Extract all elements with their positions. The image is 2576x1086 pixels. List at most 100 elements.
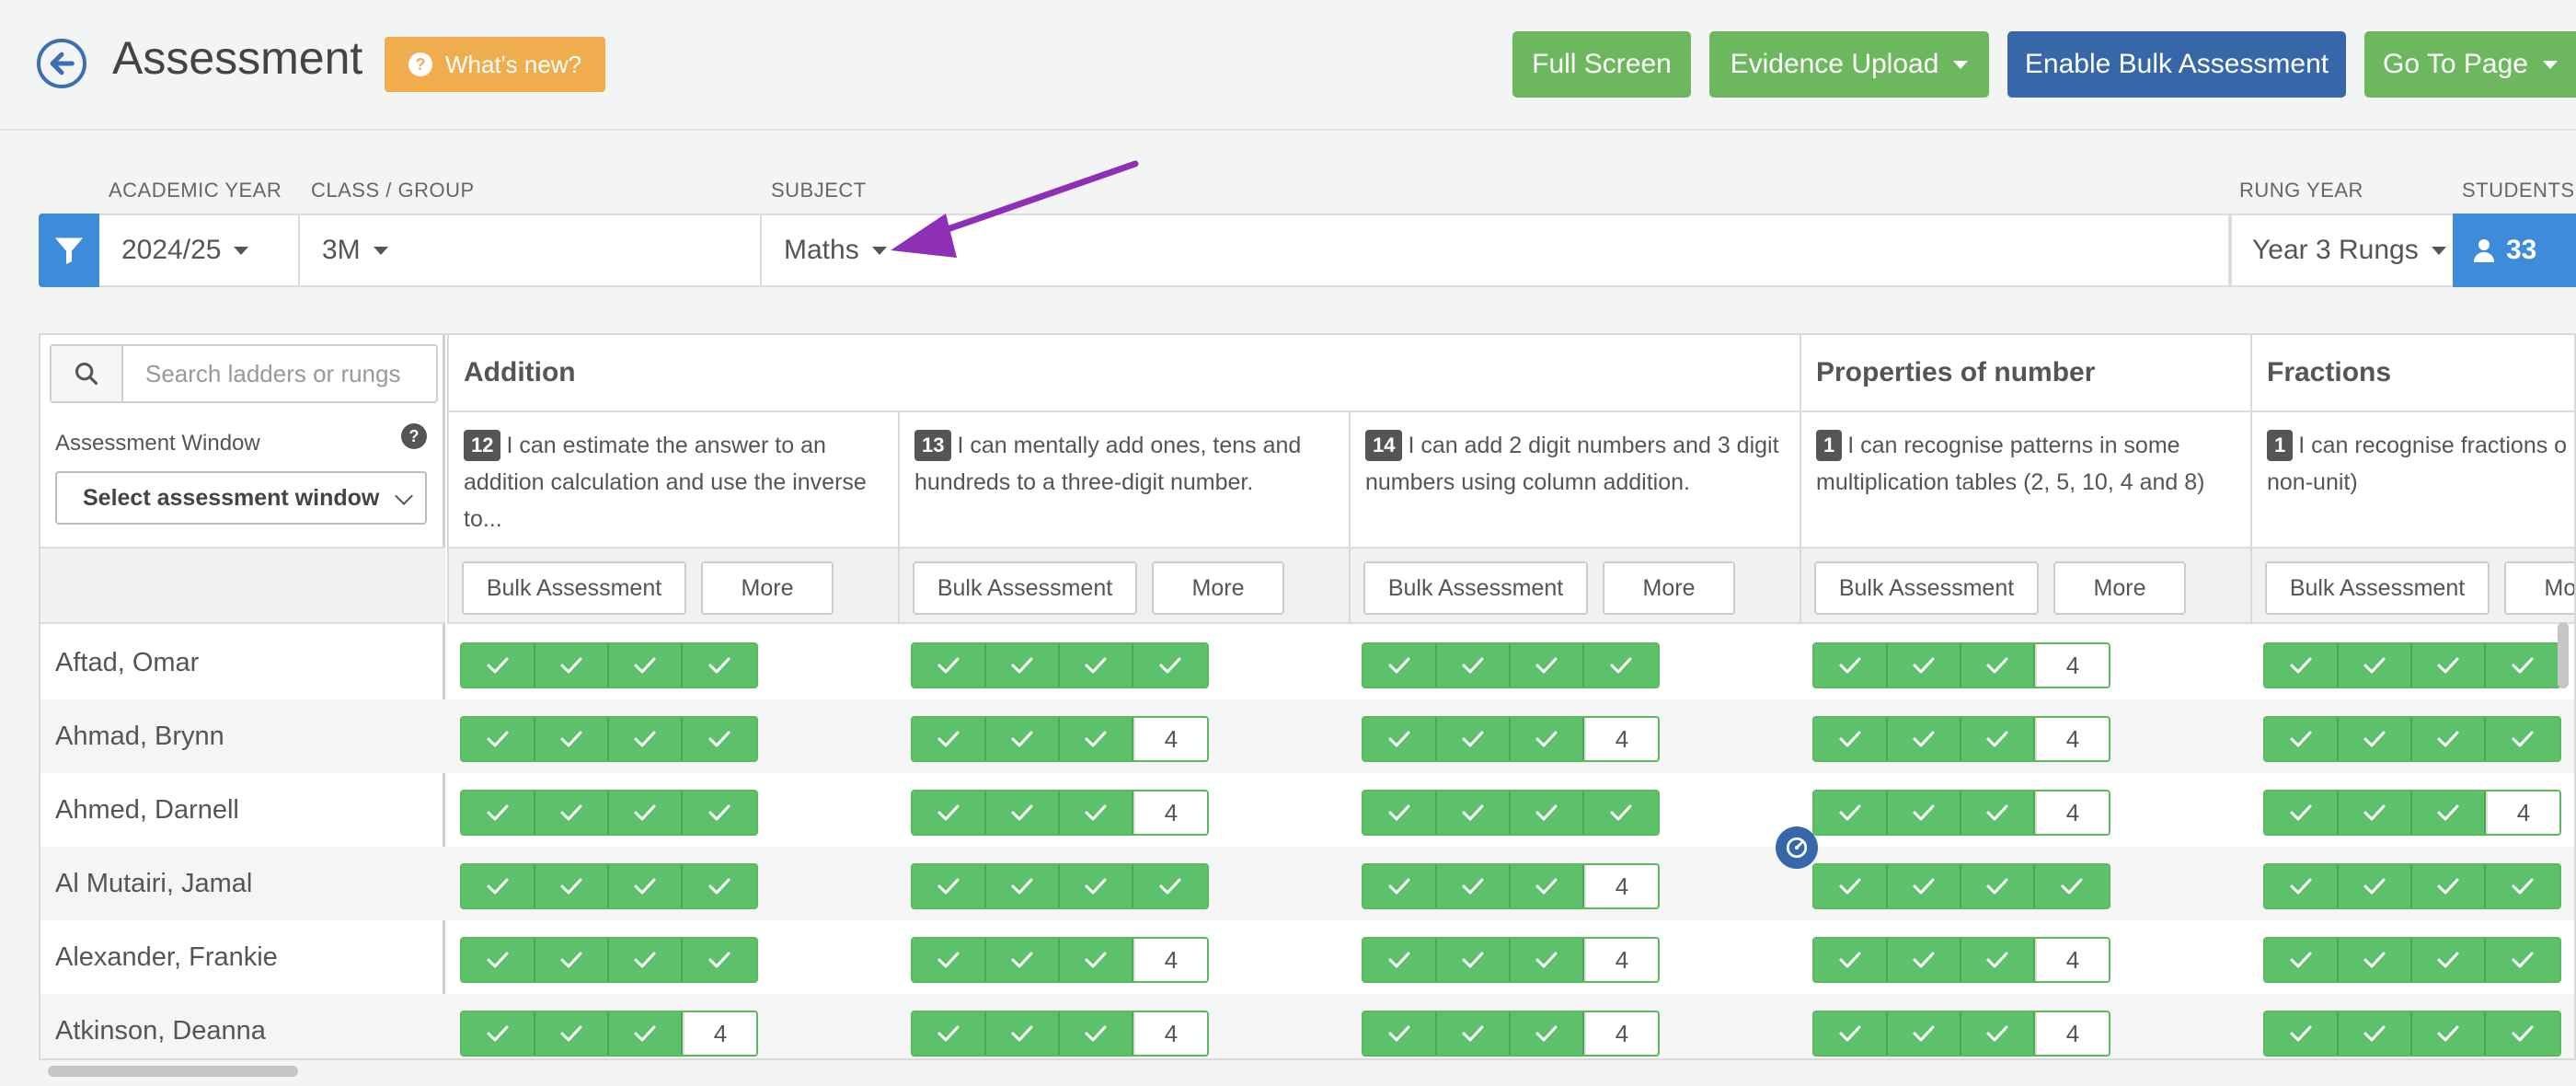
unassessed-cell[interactable]: 4 [1133,718,1207,760]
whats-new-button[interactable]: ? What's new? [385,37,606,92]
checkmark-icon[interactable] [1060,644,1133,687]
horizontal-scrollbar[interactable] [48,1066,298,1077]
checkmark-icon[interactable] [462,644,535,687]
checkmark-icon[interactable] [1060,939,1133,981]
checkmark-icon[interactable] [2412,644,2486,687]
assessment-window-select[interactable]: Select assessment window [55,471,427,525]
checkmark-icon[interactable] [1961,791,2035,834]
checkmark-icon[interactable] [1888,939,1961,981]
back-arrow-icon[interactable] [37,39,86,88]
student-name[interactable]: Ahmed, Darnell [55,773,239,847]
academic-year-select[interactable]: 2024/25 [101,214,300,287]
checkmark-icon[interactable] [1060,718,1133,760]
more-button[interactable]: More [701,561,834,615]
bulk-assessment-button[interactable]: Bulk Assessment [1814,561,2039,615]
checkmark-icon[interactable] [1511,718,1584,760]
checkmark-icon[interactable] [683,718,756,760]
class-group-select[interactable]: 3M [302,214,762,287]
checkmark-icon[interactable] [986,791,1060,834]
checkmark-icon[interactable] [1133,644,1207,687]
checkmark-icon[interactable] [913,1012,986,1055]
checkmark-icon[interactable] [462,718,535,760]
search-box[interactable]: Search ladders or rungs [50,344,438,403]
checkmark-icon[interactable] [1584,791,1658,834]
checkmark-icon[interactable] [1814,939,1888,981]
unassessed-cell[interactable]: 4 [1584,939,1658,981]
checkmark-icon[interactable] [1814,865,1888,907]
checkmark-icon[interactable] [535,1012,609,1055]
checkmark-icon[interactable] [1437,939,1511,981]
checkmark-icon[interactable] [2339,718,2412,760]
checkmark-icon[interactable] [986,939,1060,981]
checkmark-icon[interactable] [1363,718,1437,760]
checkmark-icon[interactable] [1814,718,1888,760]
checkmark-icon[interactable] [1888,718,1961,760]
checkmark-icon[interactable] [462,939,535,981]
checkmark-icon[interactable] [2486,939,2559,981]
checkmark-icon[interactable] [986,865,1060,907]
checkmark-icon[interactable] [1363,1012,1437,1055]
checkmark-icon[interactable] [2265,718,2339,760]
checkmark-icon[interactable] [2486,644,2559,687]
checkmark-icon[interactable] [535,865,609,907]
checkmark-icon[interactable] [2339,1012,2412,1055]
rung-description[interactable]: 14 I can add 2 digit numbers and 3 digit … [1349,412,1800,547]
checkmark-icon[interactable] [2486,865,2559,907]
unassessed-cell[interactable]: 4 [1133,791,1207,834]
checkmark-icon[interactable] [1814,644,1888,687]
student-name[interactable]: Alexander, Frankie [55,920,278,994]
student-name[interactable]: Ahmad, Brynn [55,699,224,773]
checkmark-icon[interactable] [1961,644,2035,687]
checkmark-icon[interactable] [2265,939,2339,981]
unassessed-cell[interactable]: 4 [1133,1012,1207,1055]
checkmark-icon[interactable] [462,1012,535,1055]
filter-funnel-icon[interactable] [39,214,99,287]
checkmark-icon[interactable] [1363,644,1437,687]
checkmark-icon[interactable] [913,644,986,687]
checkmark-icon[interactable] [1814,791,1888,834]
student-name[interactable]: Aftad, Omar [55,626,199,699]
unassessed-cell[interactable]: 4 [2486,791,2559,834]
checkmark-icon[interactable] [609,939,683,981]
checkmark-icon[interactable] [2339,791,2412,834]
checkmark-icon[interactable] [1511,791,1584,834]
checkmark-icon[interactable] [1511,939,1584,981]
checkmark-icon[interactable] [2486,718,2559,760]
checkmark-icon[interactable] [2265,644,2339,687]
unassessed-cell[interactable]: 4 [1584,865,1658,907]
more-button[interactable]: More [2504,561,2574,615]
bulk-assessment-button[interactable]: Bulk Assessment [2265,561,2490,615]
checkmark-icon[interactable] [986,718,1060,760]
enable-bulk-assessment-button[interactable]: Enable Bulk Assessment [2007,31,2346,98]
checkmark-icon[interactable] [1888,644,1961,687]
full-screen-button[interactable]: Full Screen [1512,31,1691,98]
checkmark-icon[interactable] [1437,644,1511,687]
search-input[interactable]: Search ladders or rungs [123,346,400,401]
checkmark-icon[interactable] [2412,1012,2486,1055]
checkmark-icon[interactable] [1437,1012,1511,1055]
bulk-assessment-button[interactable]: Bulk Assessment [462,561,686,615]
checkmark-icon[interactable] [1584,644,1658,687]
checkmark-icon[interactable] [683,644,756,687]
unassessed-cell[interactable]: 4 [2035,791,2109,834]
checkmark-icon[interactable] [913,865,986,907]
checkmark-icon[interactable] [1437,791,1511,834]
checkmark-icon[interactable] [2412,718,2486,760]
checkmark-icon[interactable] [1888,865,1961,907]
unassessed-cell[interactable]: 4 [2035,718,2109,760]
rung-year-select[interactable]: Year 3 Rungs [2230,214,2453,287]
checkmark-icon[interactable] [1961,718,2035,760]
go-to-page-button[interactable]: Go To Page [2364,31,2576,98]
checkmark-icon[interactable] [462,865,535,907]
checkmark-icon[interactable] [1060,865,1133,907]
checkmark-icon[interactable] [2035,865,2109,907]
checkmark-icon[interactable] [1133,865,1207,907]
checkmark-icon[interactable] [2339,644,2412,687]
checkmark-icon[interactable] [1511,865,1584,907]
students-count-button[interactable]: 33 [2453,214,2576,287]
rung-description[interactable]: 1I can recognise fractions o (unit and n… [2250,412,2574,547]
checkmark-icon[interactable] [609,791,683,834]
checkmark-icon[interactable] [1888,1012,1961,1055]
checkmark-icon[interactable] [1511,644,1584,687]
checkmark-icon[interactable] [1363,865,1437,907]
